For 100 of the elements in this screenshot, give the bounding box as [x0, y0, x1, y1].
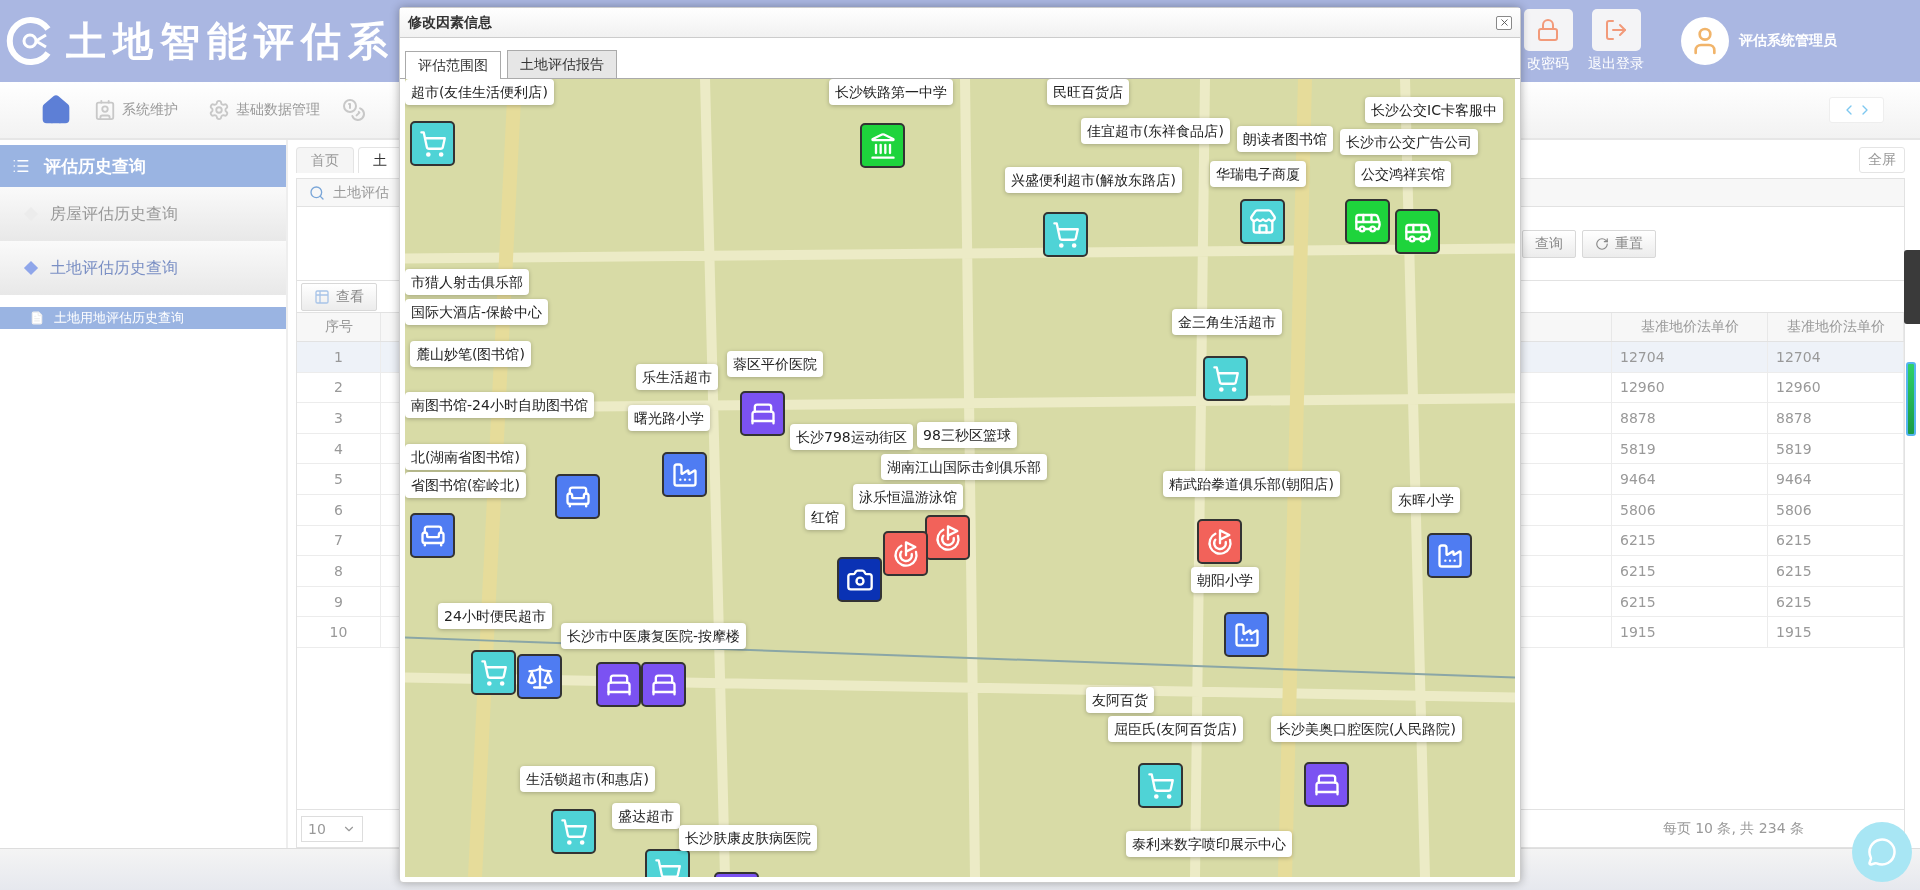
sidebar-item[interactable]: 房屋评估历史查询: [0, 187, 286, 241]
fullscreen-button[interactable]: 全屏: [1859, 147, 1905, 173]
cart-glyph-icon: [1051, 220, 1080, 249]
marker-label: 国际大酒店-保龄中心: [405, 299, 549, 325]
marker-label: 友阿百货: [1086, 687, 1154, 713]
page-tab[interactable]: 首页: [296, 147, 354, 173]
sidebar-title: 评估历史查询: [44, 154, 146, 178]
table-cell: 4: [297, 433, 381, 464]
table-cell: 12704: [1768, 342, 1904, 372]
factory-glyph-icon: [1435, 541, 1464, 570]
column-header: 序号: [297, 313, 381, 341]
table-cell: 6215: [1768, 586, 1904, 617]
marker-label: 98三秒区篮球: [917, 422, 1017, 448]
table-icon: [314, 288, 330, 305]
goal-icon[interactable]: [1197, 519, 1242, 564]
dialog-tab[interactable]: 评估范围图: [405, 51, 501, 79]
goal-icon[interactable]: [883, 531, 928, 576]
panel-title: 土地评估: [333, 183, 389, 202]
bed-icon[interactable]: [740, 391, 785, 436]
side-handle[interactable]: [1904, 250, 1920, 324]
cart-glyph-icon: [1146, 771, 1175, 800]
armchair-icon[interactable]: [410, 513, 455, 558]
table-cell: 1915: [1612, 617, 1768, 647]
search-panel-button[interactable]: 重置: [1582, 229, 1656, 258]
chat-icon: [1867, 837, 1897, 867]
table-cell: 5: [297, 464, 381, 494]
bed-icon[interactable]: [1304, 762, 1349, 807]
close-icon: [1498, 17, 1510, 28]
close-button[interactable]: [1496, 15, 1512, 30]
bus-icon[interactable]: [1395, 209, 1440, 254]
page-size-select[interactable]: 10: [301, 815, 363, 842]
marker-label: 精武跆拳道俱乐部(朝阳店): [1163, 471, 1340, 497]
goal-icon[interactable]: [925, 515, 970, 560]
marker-label: 佳宜超市(东祥食品店): [1081, 118, 1230, 144]
goal-glyph-icon: [933, 523, 962, 552]
table-cell: 6: [297, 494, 381, 525]
factory-icon[interactable]: [1224, 612, 1269, 657]
scale-icon[interactable]: [517, 654, 562, 699]
marker-label: 金三角生活超市: [1172, 309, 1282, 335]
app-title: 土地智能评估系: [66, 16, 395, 66]
table-cell: 6215: [1768, 556, 1904, 586]
marker-label: 24小时便民超市: [438, 603, 552, 629]
sidebar-item[interactable]: 土地评估历史查询: [0, 241, 286, 295]
table-cell: 1915: [1768, 617, 1904, 647]
sidebar-subitem[interactable]: 土地用地评估历史查询: [0, 307, 286, 329]
marker-label: 朝阳小学: [1191, 567, 1259, 593]
cart-icon[interactable]: [551, 809, 596, 854]
home-icon[interactable]: [40, 94, 72, 126]
search-panel-button[interactable]: 查询: [1522, 229, 1576, 258]
header-action-button[interactable]: 退出登录: [1583, 9, 1649, 73]
table-cell: 6215: [1612, 556, 1768, 586]
factory-icon[interactable]: [662, 452, 707, 497]
cart-icon[interactable]: [1043, 212, 1088, 257]
page-tab[interactable]: 土: [358, 147, 402, 173]
user-name: 评估系统管理员: [1739, 32, 1837, 50]
marker-label: 长沙公交IC卡客服中: [1365, 97, 1503, 123]
sidebar-subitem-label[interactable]: 土地用地评估历史查询: [54, 309, 184, 327]
store-glyph-icon: [1248, 207, 1277, 236]
marker-label: 朗读者图书馆: [1237, 126, 1333, 152]
header-action-button[interactable]: 改密码: [1515, 9, 1581, 73]
cart-icon[interactable]: [410, 121, 455, 166]
cart-glyph-icon: [559, 817, 588, 846]
cart-icon[interactable]: [1203, 356, 1248, 401]
table-cell: 9464: [1768, 464, 1904, 494]
landmark-icon[interactable]: [860, 123, 905, 168]
factory-glyph-icon: [670, 460, 699, 489]
table-cell: 3: [297, 403, 381, 433]
table-cell: 8878: [1768, 403, 1904, 433]
marker-label: 北(湖南省图书馆): [405, 444, 526, 470]
table-cell: 5806: [1768, 494, 1904, 525]
marker-label: 曙光路小学: [628, 405, 710, 431]
refresh-icon: [1595, 236, 1609, 251]
factory-icon[interactable]: [1427, 533, 1472, 578]
marker-label: 盛达超市: [612, 803, 680, 829]
view-button[interactable]: 查看: [301, 282, 377, 311]
nav-menu-item[interactable]: 基础数据管理: [200, 99, 328, 121]
page-summary: 每页 10 条, 共 234 条: [1662, 819, 1804, 838]
marker-label: 华瑞电子商厦: [1210, 161, 1306, 187]
marker-label: 麓山妙笔(图书馆): [410, 341, 531, 367]
nav-menu-label[interactable]: 基础数据管理: [236, 101, 320, 119]
armchair-icon[interactable]: [555, 474, 600, 519]
side-bar-handle[interactable]: [1906, 362, 1916, 436]
nav-menu-item[interactable]: 系统维护: [86, 99, 186, 121]
marker-label: 公交鸿祥宾馆: [1355, 161, 1451, 187]
cart-icon[interactable]: [1138, 763, 1183, 808]
store-icon[interactable]: [1240, 199, 1285, 244]
marker-label: 红馆: [805, 504, 845, 530]
cart-icon[interactable]: [471, 650, 516, 695]
scale-glyph-icon: [525, 662, 554, 691]
bed-icon[interactable]: [641, 662, 686, 707]
bus-icon[interactable]: [1345, 199, 1390, 244]
bed-icon[interactable]: [596, 662, 641, 707]
goal-glyph-icon: [891, 539, 920, 568]
table-cell: 12704: [1612, 342, 1768, 372]
marker-label: 长沙798运动街区: [790, 424, 913, 450]
dialog-tab[interactable]: 土地评估报告: [507, 50, 617, 78]
marker-label: 乐生活超市: [636, 364, 718, 390]
marker-label: 兴盛便利超市(解放东路店): [1005, 167, 1182, 193]
camera-icon[interactable]: [837, 557, 882, 602]
nav-menu-label[interactable]: 系统维护: [122, 101, 178, 119]
